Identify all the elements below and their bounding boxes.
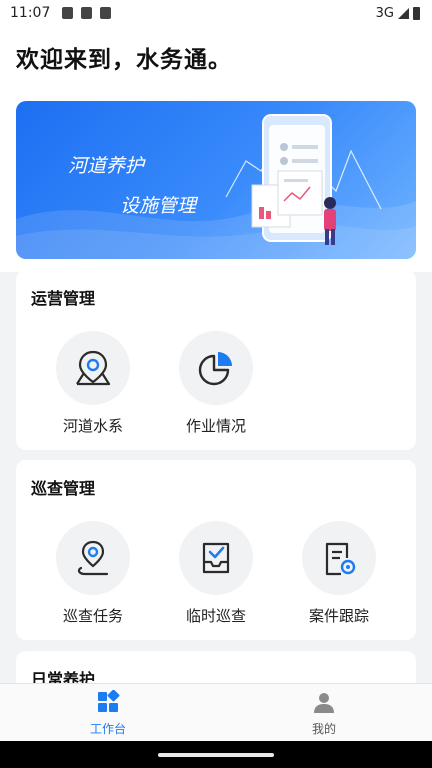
operations-card: 运营管理 河道水系 作业情况	[16, 270, 416, 450]
tab-mine[interactable]: 我的	[274, 690, 374, 737]
banner[interactable]: 河道养护 设施管理	[16, 101, 416, 259]
section-title: 巡查管理	[31, 479, 96, 498]
tab-label: 我的	[311, 722, 336, 736]
tab-workbench[interactable]: 工作台	[58, 689, 158, 737]
document-track-icon	[325, 542, 356, 576]
tab-label: 工作台	[89, 722, 126, 736]
tile-label: 作业情况	[185, 417, 246, 435]
page-title: 欢迎来到，水务通。	[16, 47, 232, 73]
banner-text-river: 河道养护	[68, 155, 145, 177]
home-indicator[interactable]	[158, 753, 274, 757]
map-pin-icon	[76, 350, 111, 386]
tile-temp-inspection[interactable]: 临时巡查	[161, 521, 271, 626]
notification-icon	[81, 7, 93, 19]
notification-icons	[62, 7, 112, 19]
tile-label: 河道水系	[62, 417, 123, 435]
grid-icon	[98, 689, 120, 712]
battery-icon	[413, 6, 420, 20]
status-time: 11:07	[10, 5, 51, 21]
tile-label: 巡查任务	[62, 607, 123, 625]
section-title: 运营管理	[31, 289, 96, 308]
tile-river-system[interactable]: 河道水系	[38, 331, 148, 436]
tile-label: 临时巡查	[185, 607, 246, 625]
network-type: 3G	[375, 5, 394, 21]
banner-text-facility: 设施管理	[120, 195, 197, 217]
bottom-tab-bar: 工作台 我的	[0, 683, 432, 741]
notification-icon	[62, 7, 74, 19]
notification-icon	[100, 7, 112, 19]
pie-chart-icon	[198, 352, 232, 386]
user-icon	[314, 693, 334, 713]
signal-icon	[398, 7, 409, 19]
tray-check-icon	[202, 542, 230, 574]
banner-illustration	[16, 114, 416, 259]
tile-work-status[interactable]: 作业情况	[161, 331, 271, 436]
inspection-card: 巡查管理 巡查任务 临时巡查 案件跟踪	[16, 460, 416, 640]
system-nav-bar	[0, 741, 432, 768]
tile-inspection-task[interactable]: 巡查任务	[38, 521, 148, 626]
tile-case-tracking[interactable]: 案件跟踪	[284, 521, 394, 626]
status-bar: 11:07 3G	[0, 0, 432, 26]
tile-label: 案件跟踪	[308, 607, 369, 625]
header: 欢迎来到，水务通。	[0, 26, 432, 92]
route-pin-icon	[77, 540, 109, 576]
